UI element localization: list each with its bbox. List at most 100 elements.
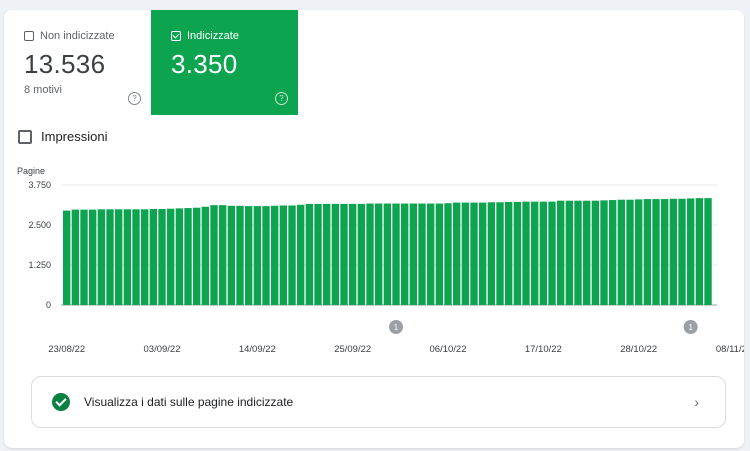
bar (89, 209, 97, 305)
indexed-pages-chart: 0 1.250 2.500 3.750 1 1 23/08/22 03/09/22 14/09/… (28, 180, 744, 355)
x-tick-label: 08/11/22 (716, 344, 744, 355)
bar (149, 209, 158, 305)
impressions-toggle[interactable]: Impressioni (18, 129, 107, 144)
annotation-label: 1 (688, 323, 693, 332)
x-tick-label: 23/08/22 (48, 344, 85, 355)
non-indexed-label: Non indicizzate (40, 30, 115, 42)
indexed-checkbox[interactable] (171, 31, 181, 41)
bar (687, 198, 695, 305)
bar (271, 205, 279, 305)
bar (678, 198, 686, 305)
tile-non-indexed[interactable]: Non indicizzate 13.536 8 motivi ? (4, 10, 151, 115)
bar (349, 203, 357, 305)
bar (106, 209, 114, 305)
view-indexed-pages-label: Visualizza i dati sulle pagine indicizza… (84, 395, 294, 409)
bar (444, 203, 452, 305)
chevron-right-icon: › (694, 394, 699, 410)
bar (167, 208, 175, 305)
check-circle-icon (52, 393, 70, 411)
x-tick-label: 28/10/22 (620, 344, 657, 355)
y-tick-label: 1.250 (28, 260, 51, 270)
bar (418, 203, 426, 305)
bar (210, 205, 218, 305)
bar (626, 199, 634, 305)
bar (201, 206, 210, 305)
bar (470, 202, 478, 305)
bar (479, 202, 487, 305)
bar (487, 202, 496, 305)
bar (513, 201, 522, 305)
bar (539, 201, 548, 305)
help-icon[interactable]: ? (275, 92, 288, 105)
bar (71, 209, 80, 305)
bar (227, 205, 236, 305)
bar (193, 207, 201, 305)
help-icon[interactable]: ? (128, 92, 141, 105)
bar (245, 206, 253, 305)
bar (184, 208, 192, 305)
bar (383, 203, 392, 305)
x-tick-label: 06/10/22 (430, 344, 467, 355)
bar (548, 201, 556, 305)
indexing-report-card: Non indicizzate 13.536 8 motivi ? Indici… (4, 10, 744, 448)
bar (609, 200, 617, 305)
bar (236, 205, 244, 305)
bar (531, 201, 539, 305)
bar (635, 199, 643, 305)
bar (375, 203, 383, 305)
tile-indexed[interactable]: Indicizzate 3.350 ? (151, 10, 298, 115)
bar (643, 199, 652, 305)
bar (305, 203, 314, 305)
bar (132, 209, 140, 305)
bar (115, 209, 123, 305)
bar (704, 198, 712, 305)
impressions-checkbox[interactable] (18, 129, 32, 144)
bar (279, 205, 288, 305)
bar (652, 199, 660, 305)
bar (392, 203, 400, 305)
bar (591, 200, 600, 305)
bar (522, 201, 530, 305)
bar (141, 209, 149, 305)
bar (80, 209, 88, 305)
bar (123, 209, 132, 305)
bar (409, 203, 418, 305)
bar (366, 203, 374, 305)
y-tick-label: 2.500 (28, 220, 51, 230)
bar (453, 202, 461, 305)
y-tick-label: 0 (46, 300, 51, 310)
bar (583, 200, 591, 305)
bar (600, 200, 608, 305)
non-indexed-checkbox[interactable] (24, 31, 34, 41)
bar (340, 203, 348, 305)
x-tick-label: 17/10/22 (525, 344, 562, 355)
bar (175, 208, 184, 305)
x-tick-label: 25/09/22 (334, 344, 371, 355)
bar (158, 209, 166, 305)
bar (435, 203, 444, 305)
bar (288, 205, 296, 305)
bar (314, 203, 322, 305)
bar (297, 204, 305, 305)
bar (669, 198, 678, 305)
bar (557, 200, 565, 305)
bar (617, 199, 626, 305)
bar (262, 206, 270, 305)
bar (565, 200, 574, 305)
bar (331, 203, 340, 305)
bar (97, 209, 106, 305)
x-tick-label: 14/09/22 (239, 344, 276, 355)
bar (219, 205, 227, 305)
indexed-label: Indicizzate (187, 30, 239, 42)
bar (574, 200, 582, 305)
bar (401, 203, 409, 305)
view-indexed-pages-button[interactable]: Visualizza i dati sulle pagine indicizza… (31, 376, 726, 428)
indexed-value: 3.350 (171, 49, 238, 79)
bar (461, 202, 470, 305)
bar (427, 203, 435, 305)
bar (496, 202, 504, 305)
x-tick-label: 03/09/22 (144, 344, 181, 355)
bar (357, 203, 366, 305)
bar (63, 210, 71, 305)
y-tick-label: 3.750 (28, 180, 51, 190)
